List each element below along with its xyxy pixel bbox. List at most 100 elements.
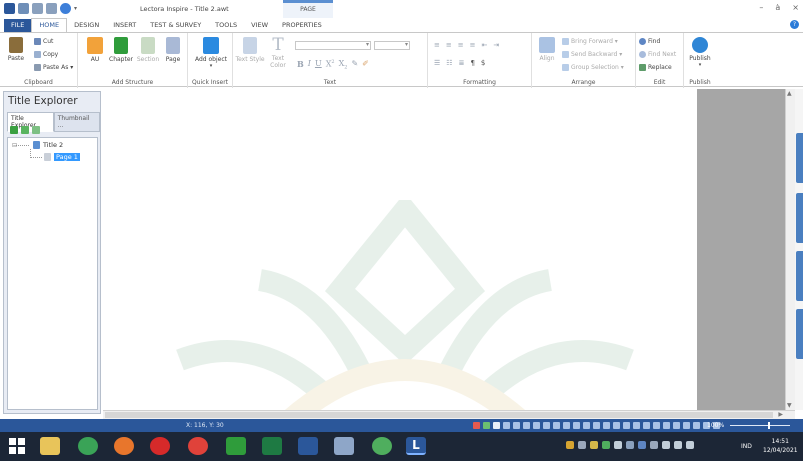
superscript-icon[interactable]: X2 (326, 59, 335, 71)
add-chapter-icon[interactable] (10, 126, 18, 134)
start-button[interactable] (9, 438, 25, 454)
underline-icon[interactable]: U (315, 59, 322, 71)
capture-app-icon[interactable] (188, 437, 208, 455)
send-backward-button[interactable]: Send Backward ▾ (562, 51, 622, 58)
paste-as-button[interactable]: Paste As ▾ (34, 64, 73, 71)
cut-button[interactable]: Cut (34, 38, 53, 45)
bullets-icon[interactable]: ☰ (434, 59, 440, 67)
tab-thumbnail[interactable]: Thumbnail ... (53, 112, 100, 132)
font-size-combo[interactable] (374, 41, 410, 50)
add-page-icon[interactable] (32, 126, 40, 134)
tool-icon-q[interactable] (693, 422, 700, 429)
side-tab-1[interactable] (796, 133, 803, 183)
firefox-icon[interactable] (114, 437, 134, 455)
tool-icon-g[interactable] (593, 422, 600, 429)
minimize-button[interactable]: – (759, 3, 763, 12)
align-center-icon[interactable]: ≡ (446, 41, 452, 49)
tray-icon-3[interactable] (590, 441, 598, 449)
opera-icon[interactable] (150, 437, 170, 455)
add-object-button[interactable]: Add object ▾ (191, 37, 231, 69)
grid-icon[interactable] (503, 422, 510, 429)
network-app-icon[interactable] (334, 437, 354, 455)
language-indicator[interactable]: IND (741, 443, 752, 450)
snap-icon[interactable] (513, 422, 520, 429)
copy-button[interactable]: Copy (34, 51, 58, 58)
publish-button[interactable]: Publish ▾ (686, 37, 714, 68)
group-selection-button[interactable]: Group Selection ▾ (562, 64, 624, 71)
text-color-button[interactable]: T Text Color (267, 35, 289, 69)
tab-insert[interactable]: INSERT (106, 19, 143, 32)
tab-file[interactable]: FILE (4, 19, 32, 32)
wifi-icon[interactable] (662, 441, 670, 449)
scroll-thumb[interactable] (105, 412, 773, 418)
tool-icon-f[interactable] (583, 422, 590, 429)
app-triangle-icon[interactable] (226, 437, 246, 455)
highlight-icon[interactable]: ✎ (351, 59, 358, 71)
tool-icon-k[interactable] (633, 422, 640, 429)
tool-icon-d[interactable] (563, 422, 570, 429)
italic-icon[interactable]: I (308, 59, 311, 71)
lectora-taskbar-icon[interactable]: L (406, 437, 426, 455)
scroll-right-icon[interactable]: ▶ (778, 411, 783, 418)
tab-home[interactable]: HOME (31, 18, 68, 32)
tab-tools[interactable]: TOOLS (208, 19, 244, 32)
volume-icon[interactable] (674, 441, 682, 449)
increase-indent-icon[interactable]: ⇥ (493, 41, 499, 49)
customize-qat-icon[interactable]: ▾ (74, 5, 77, 12)
tree-node-page[interactable]: Page 1 (44, 153, 80, 161)
guides-icon[interactable] (523, 422, 530, 429)
horizontal-scrollbar[interactable]: ▶ (103, 410, 795, 419)
align-button[interactable]: Align (536, 37, 558, 62)
dollar-icon[interactable]: $ (481, 59, 485, 67)
tool-icon-p[interactable] (683, 422, 690, 429)
numbering-icon[interactable]: ☷ (446, 59, 452, 67)
save-icon[interactable] (18, 3, 29, 14)
add-section-icon[interactable] (21, 126, 29, 134)
edit-mode-icon[interactable] (493, 422, 500, 429)
chrome-icon[interactable] (78, 437, 98, 455)
collapse-icon[interactable]: ⊟ (12, 142, 17, 149)
tray-icon-8[interactable] (650, 441, 658, 449)
side-tab-2[interactable] (796, 193, 803, 243)
decrease-indent-icon[interactable]: ⇤ (482, 41, 488, 49)
camtasia-icon[interactable] (372, 437, 392, 455)
preview-mode-icon[interactable] (483, 422, 490, 429)
excel-icon[interactable] (262, 437, 282, 455)
help-icon[interactable]: ? (790, 20, 799, 29)
word-icon[interactable] (298, 437, 318, 455)
page-button[interactable]: Page (162, 37, 184, 63)
tree-node-title[interactable]: ⊟ Title 2 (12, 141, 63, 149)
file-explorer-icon[interactable] (40, 437, 60, 455)
tool-icon-b[interactable] (543, 422, 550, 429)
justify-icon[interactable]: ≡ (470, 41, 476, 49)
au-button[interactable]: AU (84, 37, 106, 63)
tab-design[interactable]: DESIGN (67, 19, 106, 32)
subscript-icon[interactable]: X2 (339, 59, 348, 71)
tool-icon-o[interactable] (673, 422, 680, 429)
zoom-slider[interactable] (730, 422, 790, 429)
tool-icon-m[interactable] (653, 422, 660, 429)
paragraph-mark-icon[interactable]: ¶ (470, 59, 474, 67)
tool-icon-e[interactable] (573, 422, 580, 429)
tray-icon-2[interactable] (578, 441, 586, 449)
tab-test-survey[interactable]: TEST & SURVEY (143, 19, 208, 32)
chapter-button[interactable]: Chapter (108, 37, 134, 63)
line-spacing-icon[interactable]: ≣ (459, 59, 465, 67)
find-next-button[interactable]: Find Next (639, 51, 676, 58)
text-style-button[interactable]: Text Style (235, 37, 265, 63)
scroll-down-icon[interactable]: ▼ (787, 402, 792, 409)
restore-button[interactable]: ȧ (775, 3, 780, 12)
redo-icon[interactable] (46, 3, 57, 14)
tray-icon-1[interactable] (566, 441, 574, 449)
close-button[interactable]: × (792, 3, 799, 12)
tool-icon-j[interactable] (623, 422, 630, 429)
section-button[interactable]: Section (136, 37, 160, 63)
tool-icon-h[interactable] (603, 422, 610, 429)
undo-icon[interactable] (32, 3, 43, 14)
vertical-scrollbar[interactable]: ▲ ▼ (785, 89, 795, 410)
tool-icon-a[interactable] (533, 422, 540, 429)
tray-icon-7[interactable] (638, 441, 646, 449)
tray-icon-6[interactable] (626, 441, 634, 449)
scroll-up-icon[interactable]: ▲ (787, 90, 792, 97)
tray-icon-4[interactable] (602, 441, 610, 449)
